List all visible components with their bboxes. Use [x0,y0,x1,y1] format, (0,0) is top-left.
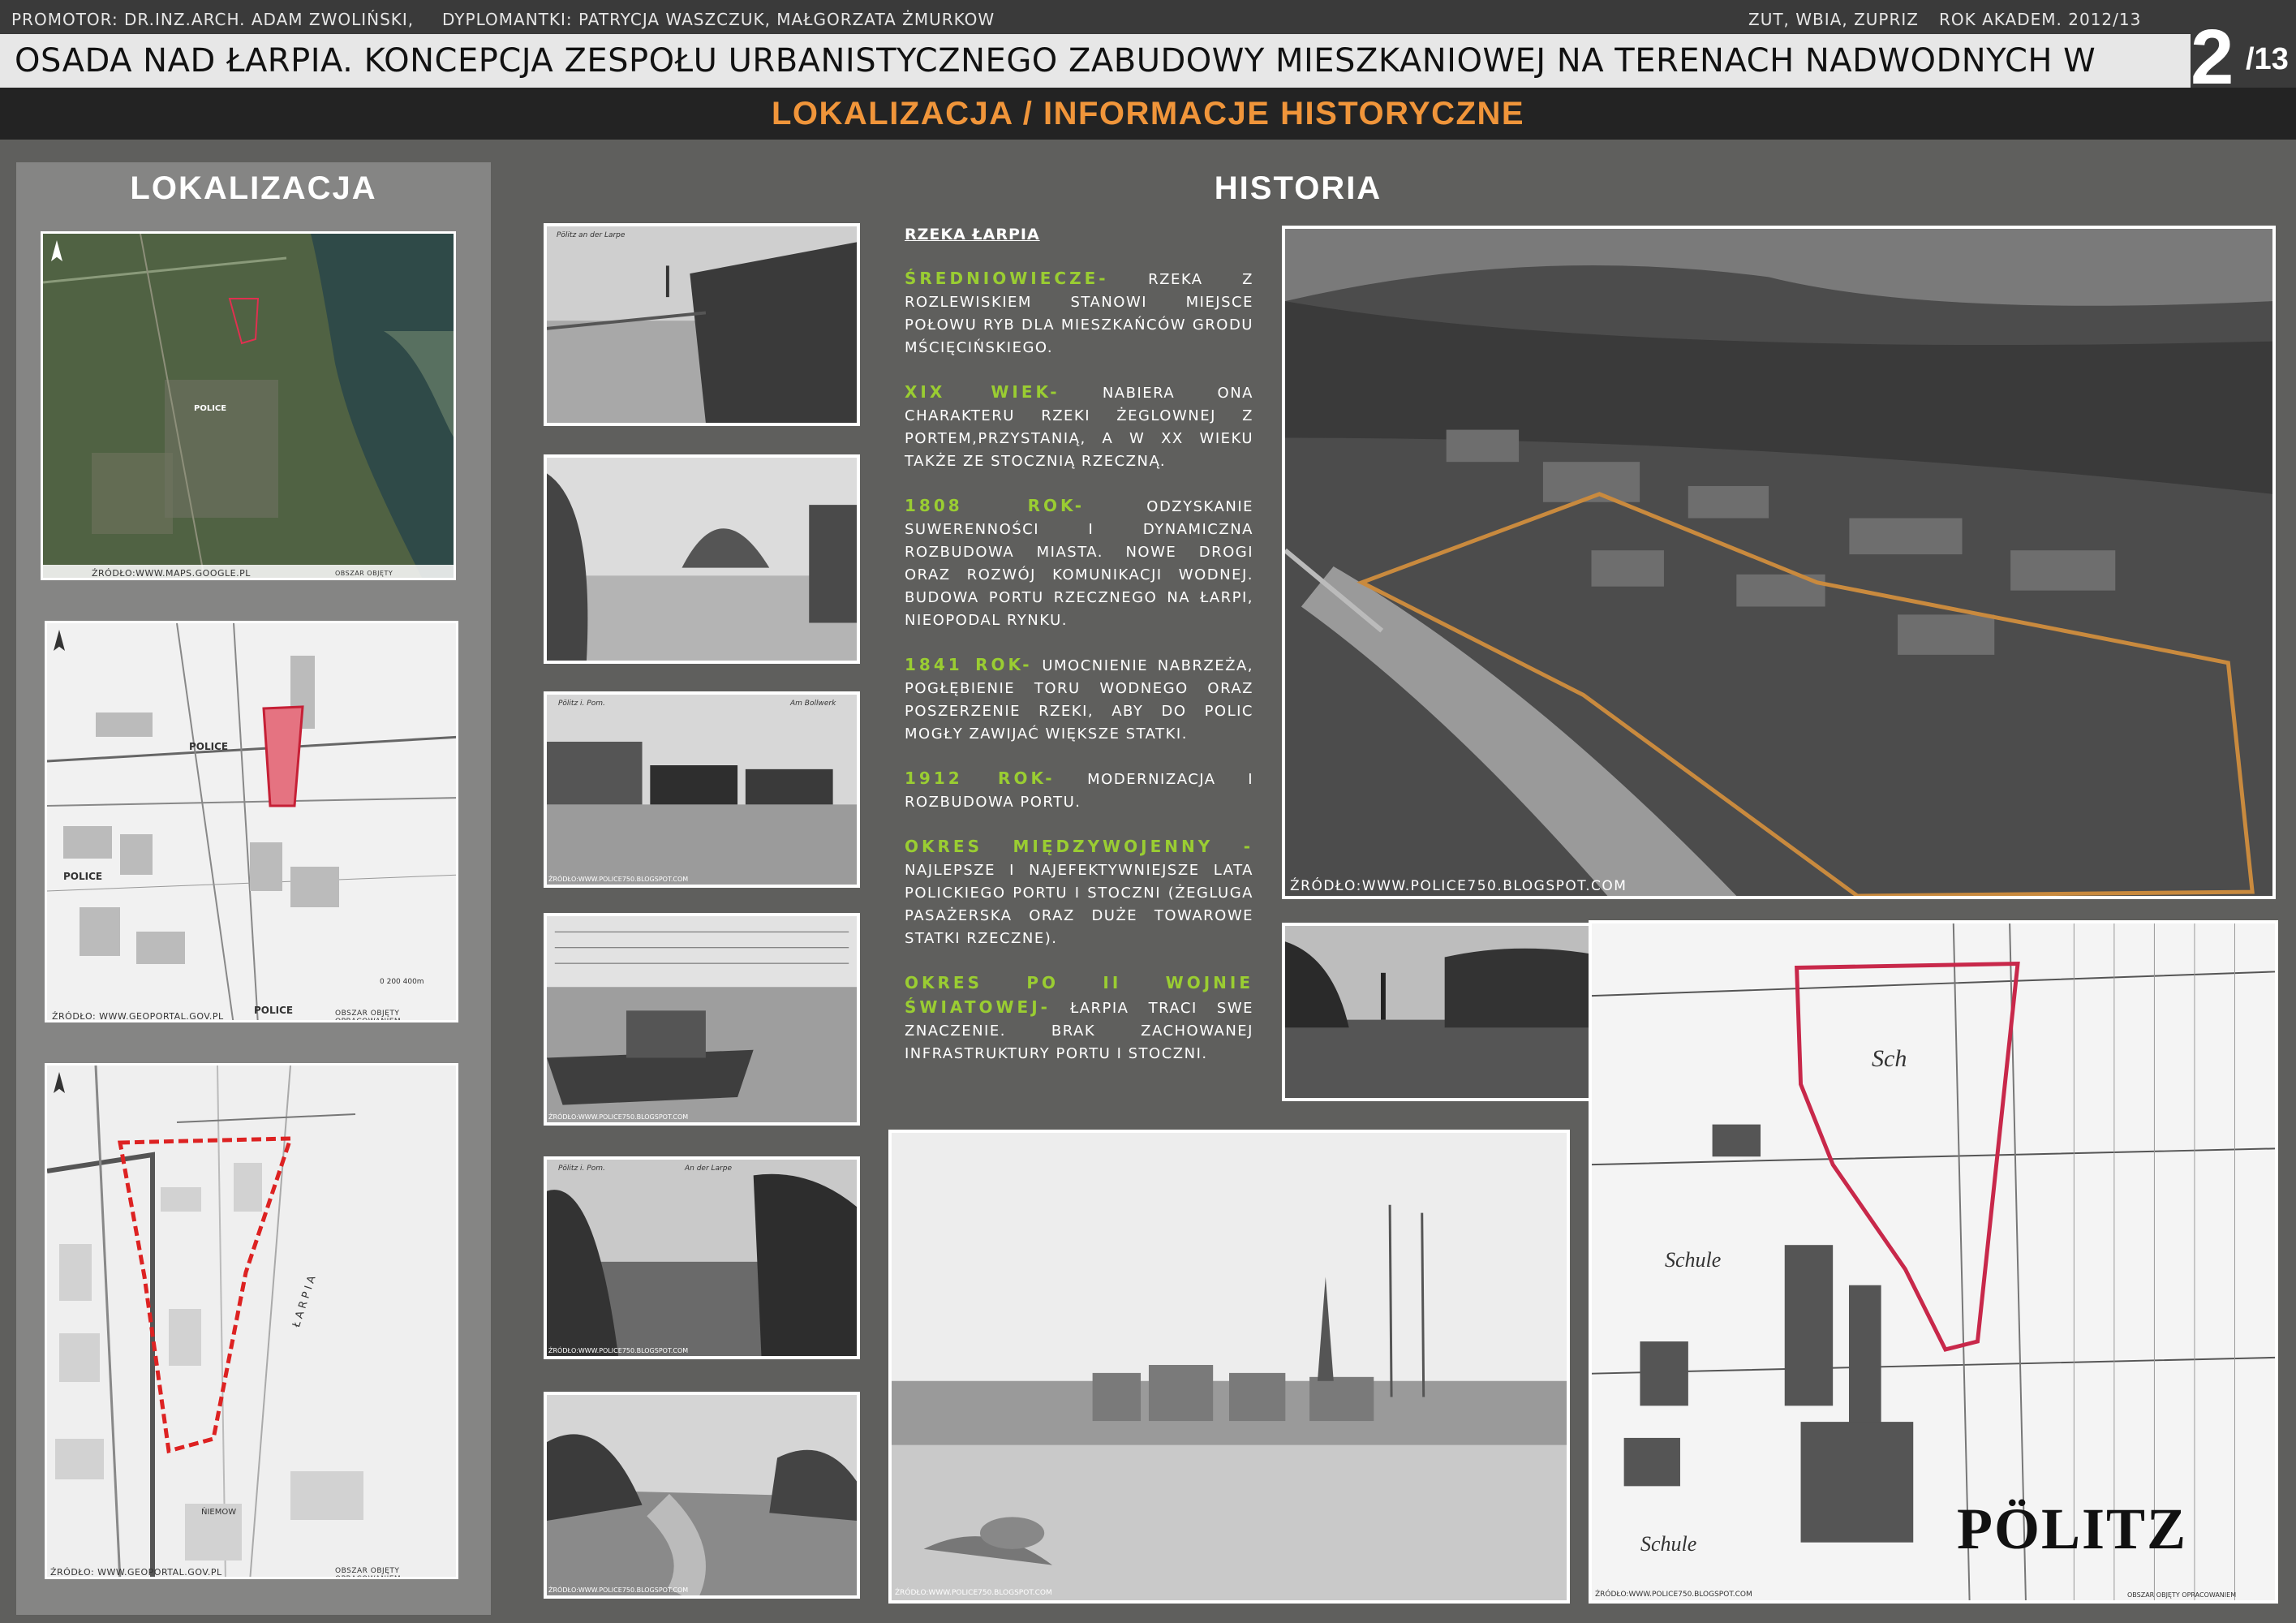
map2-legend: OBSZAR OBJĘTY OPRACOWANIEM [335,1010,402,1022]
oldmap-label-schule: Schule [1665,1248,1722,1272]
history-paragraph: ŚREDNIOWIECZE- RZEKA Z ROZLEWISKIEM STAN… [905,269,1253,356]
oldmap-source: ŹRÓDŁO:WWW.POLICE750.BLOGSPOT.COM [1595,1591,1752,1599]
oldmap-label-schule-2: Schule [1640,1532,1697,1556]
oldmap-label-sch: Sch [1872,1045,1907,1072]
engraving-source: ŹRÓDŁO:WWW.POLICE750.BLOGSPOT.COM [895,1589,1052,1597]
map2-label-police-3: POLICE [254,1005,294,1016]
poster-title: OSADA NAD ŁARPIA. KONCEPCJA ZESPOŁU URBA… [0,34,2191,133]
promotor-text: PROMOTOR: DR.INZ.ARCH. ADAM ZWOLIŃSKI, [11,10,415,29]
localization-heading: LOKALIZACJA [130,170,377,206]
history-text: RZEKA ŁARPIA ŚREDNIOWIECZE- RZEKA Z ROZL… [905,223,1253,1087]
oldmap-town-name: PÖLITZ [1957,1496,2188,1561]
history-heading: HISTORIA [1214,170,1382,206]
photo5-caption-2: An der Larpe [685,1165,733,1173]
map1-legend: OBSZAR OBJĘTY OPRACOWANIEM [335,570,393,578]
river-heading: RZEKA ŁARPIA [905,226,1040,243]
poster-page: { "header": { "promotor": "PROMOTOR: DR.… [0,0,2296,1623]
cadastral-map: ŁARPIA ŃIEMOW ŹRÓDŁO: WWW.GEOPORTAL.GOV.… [45,1063,458,1579]
map3-source: ŹRÓDŁO: WWW.GEOPORTAL.GOV.PL [50,1567,222,1578]
historical-photo-5: Pölitz i. Pom. An der Larpe ŹRÓDŁO:WWW.P… [544,1156,860,1359]
page-number-badge: 2 /13 [2191,0,2296,101]
historical-photo-4: ŹRÓDŁO:WWW.POLICE750.BLOGSPOT.COM [544,913,860,1126]
credits-bar: PROMOTOR: DR.INZ.ARCH. ADAM ZWOLIŃSKI, D… [0,0,2296,34]
authors-text: DYPLOMANTKI: PATRYCJA WASZCZUK, MAŁGORZA… [442,10,995,29]
photo3-source: ŹRÓDŁO:WWW.POLICE750.BLOGSPOT.COM [548,876,689,883]
history-paragraph: XIX WIEK- NABIERA ONA CHARAKTERU RZEKI Ż… [905,382,1253,470]
map2-scale: 0 200 400m [380,978,424,986]
photo6-source: ŹRÓDŁO:WWW.POLICE750.BLOGSPOT.COM [548,1586,689,1594]
historical-engraving: ŹRÓDŁO:WWW.POLICE750.BLOGSPOT.COM [888,1130,1570,1604]
map3-legend: OBSZAR OBJĘTY OPRACOWANIEM [335,1567,402,1579]
history-paragraph: OKRES MIĘDZYWOJENNY - NAJLEPSZE I NAJEFE… [905,837,1253,947]
aerial-photo-source: ŹRÓDŁO:WWW.POLICE750.BLOGSPOT.COM [1290,878,1627,894]
historical-map: Sch Schule Schule PÖLITZ ŹRÓDŁO:WWW.POLI… [1589,920,2278,1604]
history-paragraph: 1912 ROK- MODERNIZACJA I ROZBUDOWA PORTU… [905,768,1254,811]
section-title: LOKALIZACJA / INFORMACJE HISTORYCZNE [0,88,2296,140]
map2-source: ŹRÓDŁO: WWW.GEOPORTAL.GOV.PL [52,1011,224,1022]
topographic-map: POLICE POLICE POLICE 0 200 400m ŹRÓDŁO: … [45,621,458,1022]
map2-label-police: POLICE [189,741,229,752]
page-total: /13 [2246,42,2289,76]
historical-photo-2 [544,454,860,664]
map2-label-police-2: POLICE [63,871,103,882]
historical-photo-3: Pölitz i. Pom. Am Bollwerk ŹRÓDŁO:WWW.PO… [544,691,860,888]
oldmap-legend: OBSZAR OBJĘTY OPRACOWANIEM [2127,1591,2237,1599]
photo1-caption: Pölitz an der Larpe [557,231,626,239]
aerial-photo: ŹRÓDŁO:WWW.POLICE750.BLOGSPOT.COM [1282,226,2276,899]
map3-street-label: ŃIEMOW [201,1508,237,1517]
photo3-caption-2: Am Bollwerk [790,700,836,708]
map1-source: ŹRÓDŁO:WWW.MAPS.GOOGLE.PL [92,568,251,579]
photo5-caption-1: Pölitz i. Pom. [558,1165,605,1173]
history-paragraph: 1808 ROK- ODZYSKANIE SUWERENNOŚCI I DYNA… [905,496,1254,629]
historical-photo-1: Pölitz an der Larpe [544,223,860,426]
history-paragraph: 1841 ROK- UMOCNIENIE NABRZEŻA, POGŁĘBIEN… [905,655,1254,743]
photo5-source: ŹRÓDŁO:WWW.POLICE750.BLOGSPOT.COM [548,1347,689,1354]
photo4-source: ŹRÓDŁO:WWW.POLICE750.BLOGSPOT.COM [548,1113,689,1121]
satellite-map: POLICE ŹRÓDŁO:WWW.MAPS.GOOGLE.PL OBSZAR … [41,231,456,580]
historical-photo-6: ŹRÓDŁO:WWW.POLICE750.BLOGSPOT.COM [544,1392,860,1599]
institution-text: ZUT, WBIA, ZUPRIZ [1748,10,1919,29]
history-paragraph: OKRES PO II WOJNIE ŚWIATOWEJ- ŁARPIA TRA… [905,973,1253,1062]
academic-year-text: ROK AKADEM. 2012/13 [1939,10,2142,29]
map-label-police: POLICE [194,404,227,413]
photo3-caption-1: Pölitz i. Pom. [558,700,605,708]
